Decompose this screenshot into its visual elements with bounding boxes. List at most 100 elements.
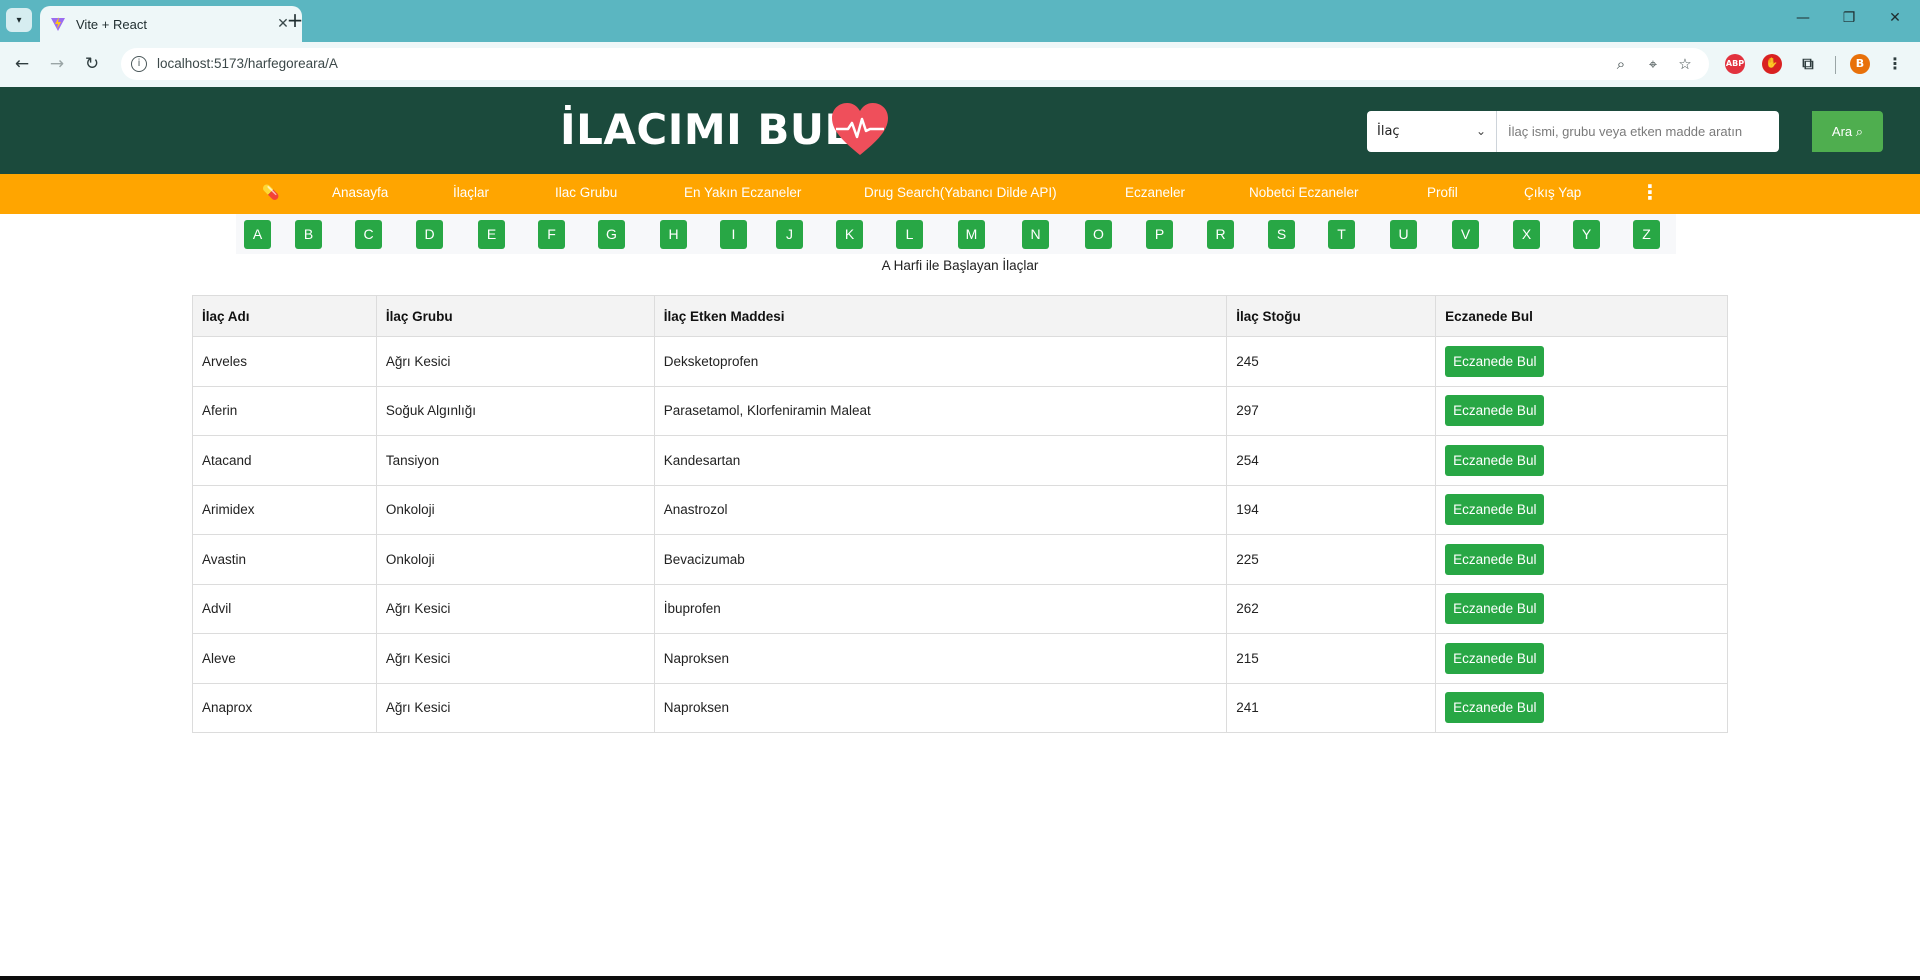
cell-ilac-stogu: 225 [1226,534,1437,585]
cell-ilac-grubu: Tansiyon [375,435,655,486]
letter-button-m[interactable]: M [958,220,985,249]
site-info-icon[interactable]: i [131,56,147,72]
letter-button-v[interactable]: V [1452,220,1479,249]
letter-button-x[interactable]: X [1513,220,1540,249]
letter-button-z[interactable]: Z [1633,220,1660,249]
letter-button-s[interactable]: S [1268,220,1295,249]
close-window-button[interactable]: ✕ [1872,10,1918,32]
main-navbar: 💊 Anasayfa İlaçlar Ilac Grubu En Yakın E… [0,174,1920,214]
find-pharmacy-button[interactable]: Eczanede Bul [1445,593,1545,625]
url-text[interactable]: localhost:5173/harfegoreara/A [157,56,338,71]
find-pharmacy-button[interactable]: Eczanede Bul [1445,444,1545,476]
address-bar[interactable]: i localhost:5173/harfegoreara/A ⌕ ⌖ ☆ [121,48,1709,80]
nav-item-profil[interactable]: Profil [1427,185,1458,200]
minimize-button[interactable]: — [1780,10,1826,32]
letter-button-t[interactable]: T [1328,220,1355,249]
table-row: Atacand Tansiyon Kandesartan 254 Eczanede Bu… [192,435,1728,486]
cell-eczanede-bul: Eczanede Bul [1435,435,1728,486]
cell-ilac-stogu: 297 [1226,385,1437,436]
nav-item-drug-search[interactable]: Drug Search(Yabancı Dilde API) [864,185,1057,200]
letter-button-d[interactable]: D [416,220,443,249]
find-pharmacy-button[interactable]: Eczanede Bul [1445,543,1545,575]
letter-button-l[interactable]: L [896,220,923,249]
cell-ilac-grubu: Ağrı Kesici [375,336,655,387]
profile-avatar[interactable]: B [1850,54,1870,74]
nav-item-cikis-yap[interactable]: Çıkış Yap [1524,185,1581,200]
tab-search-button[interactable]: ▾ [6,8,32,32]
letter-button-a[interactable]: A [244,220,271,249]
new-tab-button[interactable]: + [282,8,308,34]
letter-button-b[interactable]: B [295,220,322,249]
letter-button-o[interactable]: O [1085,220,1112,249]
nav-item-ilac-grubu[interactable]: Ilac Grubu [555,185,617,200]
letter-button-y[interactable]: Y [1573,220,1600,249]
back-icon[interactable]: ← [10,52,34,76]
cell-ilac-adi: Atacand [192,435,377,486]
search-category-select[interactable]: İlaç ⌄ [1367,111,1497,152]
adblock-extension-icon[interactable]: ABP [1725,54,1745,74]
letter-button-e[interactable]: E [478,220,505,249]
letter-button-f[interactable]: F [538,220,565,249]
cell-ilac-stogu: 241 [1226,682,1437,733]
nav-item-ilaclar[interactable]: İlaçlar [453,185,489,200]
header-eczanede-bul: Eczanede Bul [1435,295,1728,337]
find-pharmacy-button[interactable]: Eczanede Bul [1445,494,1545,526]
browser-menu-icon[interactable]: ⋮ [1885,54,1905,74]
letter-button-n[interactable]: N [1022,220,1049,249]
pill-icon[interactable]: 💊 [262,185,279,201]
search-input[interactable] [1498,111,1778,152]
find-pharmacy-button[interactable]: Eczanede Bul [1445,642,1545,674]
letter-button-i[interactable]: I [720,220,747,249]
cell-ilac-adi: Arveles [192,336,377,387]
restore-button[interactable]: ❐ [1826,10,1872,32]
browser-tab[interactable]: Vite + React ✕ [40,6,302,42]
table-row: Anaprox Ağrı Kesici Naproksen 241 Eczanede B… [192,682,1728,733]
find-pharmacy-button[interactable]: Eczanede Bul [1445,395,1545,427]
search-button[interactable]: Ara ⌕ [1812,111,1883,152]
shield-extension-icon[interactable]: ✋ [1762,54,1782,74]
cell-ilac-adi: Arimidex [192,484,377,535]
cell-ilac-grubu: Ağrı Kesici [375,682,655,733]
brand-title[interactable]: İLACIMI BUL [560,105,852,154]
table-row: Arimidex Onkoloji Anastrozol 194 Eczanede Bu… [192,484,1728,535]
more-menu-icon[interactable]: ⋮ [1640,180,1660,204]
cell-ilac-adi: Aleve [192,633,377,684]
extensions-puzzle-icon[interactable]: ⧉ [1798,54,1818,74]
cell-ilac-grubu: Soğuk Algınlığı [375,385,655,436]
letter-button-h[interactable]: H [660,220,687,249]
browser-toolbar: ← → ↻ i localhost:5173/harfegoreara/A ⌕ … [0,42,1920,87]
letter-button-p[interactable]: P [1146,220,1173,249]
drug-table: İlaç Adı İlaç Grubu İlaç Etken Maddesi İ… [192,295,1728,733]
table-header-row: İlaç Adı İlaç Grubu İlaç Etken Maddesi İ… [192,295,1728,337]
header-etken-madde: İlaç Etken Maddesi [653,295,1228,337]
nav-item-nobetci-eczaneler[interactable]: Nobetci Eczaneler [1249,185,1359,200]
letter-button-r[interactable]: R [1207,220,1234,249]
letter-button-k[interactable]: K [836,220,863,249]
cell-eczanede-bul: Eczanede Bul [1435,583,1728,634]
nav-item-eczaneler[interactable]: Eczaneler [1125,185,1185,200]
letter-button-u[interactable]: U [1390,220,1417,249]
cell-etken-madde: Kandesartan [653,435,1228,486]
cell-eczanede-bul: Eczanede Bul [1435,484,1728,535]
cell-etken-madde: Anastrozol [653,484,1228,535]
results-caption: A Harfi ile Başlayan İlaçlar [881,258,1039,273]
bookmark-star-icon[interactable]: ☆ [1675,54,1695,74]
cell-eczanede-bul: Eczanede Bul [1435,534,1728,585]
bottom-edge [0,976,1920,980]
letter-button-c[interactable]: C [355,220,382,249]
find-pharmacy-button[interactable]: Eczanede Bul [1445,692,1545,724]
zoom-icon[interactable]: ⌕ [1611,54,1631,74]
letter-button-g[interactable]: G [598,220,625,249]
tab-title: Vite + React [76,16,147,32]
find-pharmacy-button[interactable]: Eczanede Bul [1445,345,1545,377]
nav-item-en-yakin-eczaneler[interactable]: En Yakın Eczaneler [684,185,801,200]
heart-pulse-icon [832,103,888,155]
reload-icon[interactable]: ↻ [80,52,104,76]
search-icon: ⌕ [1852,124,1864,139]
site-header: İLACIMI BUL İlaç ⌄ [0,87,1920,174]
forward-icon[interactable]: → [45,52,69,76]
location-icon[interactable]: ⌖ [1643,54,1663,74]
nav-item-anasayfa[interactable]: Anasayfa [332,185,388,200]
letter-button-j[interactable]: J [776,220,803,249]
header-ilac-stogu: İlaç Stoğu [1226,295,1437,337]
